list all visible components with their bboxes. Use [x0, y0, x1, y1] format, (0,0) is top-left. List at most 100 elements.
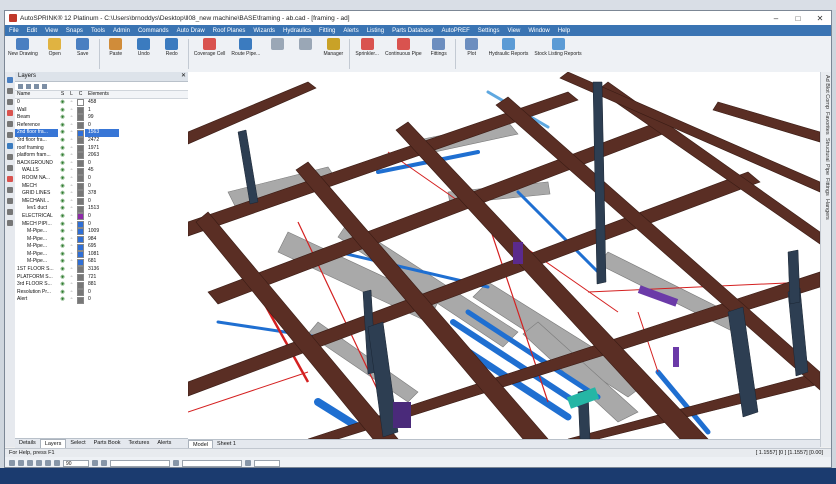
- menu-help[interactable]: Help: [554, 28, 574, 34]
- visibility-eye-icon[interactable]: ◉: [58, 236, 67, 244]
- layer-color-swatch[interactable]: [76, 122, 85, 130]
- tab-parts-book[interactable]: Parts Book: [90, 439, 125, 448]
- tab-layers[interactable]: Layers: [39, 438, 67, 449]
- layer-color-swatch[interactable]: [76, 175, 85, 183]
- visibility-eye-icon[interactable]: ◉: [58, 107, 67, 115]
- layer-row[interactable]: M-Pipe... ◉ ▫ 695: [15, 243, 190, 251]
- tab-alerts[interactable]: Alerts: [153, 439, 175, 448]
- layer-color-swatch[interactable]: [76, 205, 85, 213]
- layer-row[interactable]: M-Pipe... ◉ ▫ 1081: [15, 251, 190, 259]
- close-icon[interactable]: ✕: [181, 72, 186, 81]
- ribbon-button-plot[interactable]: Plot: [458, 36, 486, 58]
- lock-icon[interactable]: ▫: [67, 175, 76, 183]
- layer-color-swatch[interactable]: [76, 281, 85, 289]
- layer-color-swatch[interactable]: [76, 190, 85, 198]
- col-c[interactable]: C: [76, 91, 85, 98]
- layer-color-swatch[interactable]: [76, 106, 85, 115]
- menu-hydraulics[interactable]: Hydraulics: [279, 28, 315, 34]
- ribbon-button-tool-8[interactable]: [263, 36, 291, 52]
- length-field[interactable]: [182, 459, 242, 467]
- layer-color-swatch[interactable]: [76, 296, 85, 304]
- filter-icon[interactable]: [42, 83, 47, 89]
- tab-textures[interactable]: Textures: [125, 439, 154, 448]
- lock-icon[interactable]: ▫: [67, 167, 76, 175]
- menu-wizards[interactable]: Wizards: [249, 28, 279, 34]
- layer-row[interactable]: M-Pipe... ◉ ▫ 984: [15, 236, 190, 244]
- lock-icon[interactable]: ▫: [67, 258, 76, 266]
- tab-details[interactable]: Details: [15, 439, 40, 448]
- ribbon-button-manager[interactable]: Manager: [319, 36, 347, 58]
- layer-row[interactable]: MECH ◉ ▫ 0: [15, 183, 190, 191]
- menu-edit[interactable]: Edit: [23, 28, 41, 34]
- rail-tab-ad-blot-comp[interactable]: Ad Blot Comp: [824, 75, 830, 109]
- layer-color-swatch[interactable]: [76, 167, 85, 175]
- zoom-field[interactable]: [254, 459, 280, 467]
- layer-color-swatch[interactable]: [76, 220, 85, 229]
- measure-tool-icon[interactable]: [7, 187, 13, 193]
- visibility-eye-icon[interactable]: ◉: [58, 145, 67, 153]
- layer-color-swatch[interactable]: [76, 266, 85, 274]
- grid-icon[interactable]: [27, 460, 33, 466]
- lock-icon[interactable]: ▫: [67, 190, 76, 198]
- snap-icon[interactable]: [9, 460, 15, 466]
- color-icon[interactable]: [45, 460, 51, 466]
- layer-color-swatch[interactable]: [76, 198, 85, 206]
- lock-icon[interactable]: ▫: [67, 221, 76, 229]
- lock-icon[interactable]: ▫: [67, 266, 76, 274]
- layer-color-swatch[interactable]: [76, 129, 85, 137]
- visibility-eye-icon[interactable]: ◉: [58, 281, 67, 289]
- rect-tool-icon[interactable]: [7, 99, 13, 105]
- lock-icon[interactable]: ▫: [67, 152, 76, 160]
- visibility-eye-icon[interactable]: ◉: [58, 167, 67, 175]
- layer-color-swatch[interactable]: [76, 182, 85, 191]
- menu-window[interactable]: Window: [524, 28, 553, 34]
- layer-row[interactable]: MECHANI... ◉ ▫ 0: [15, 198, 190, 206]
- menu-snaps[interactable]: Snaps: [62, 28, 87, 34]
- visibility-eye-icon[interactable]: ◉: [58, 289, 67, 297]
- visibility-eye-icon[interactable]: ◉: [58, 122, 67, 130]
- ribbon-button-continuous-pipe[interactable]: Continuous Pipe: [382, 36, 425, 58]
- ribbon-button-stock-listing-reports[interactable]: Stock Listing Reports: [531, 36, 584, 58]
- elevation-icon[interactable]: [101, 460, 107, 466]
- menu-alerts[interactable]: Alerts: [339, 28, 362, 34]
- visibility-eye-icon[interactable]: ◉: [58, 160, 67, 168]
- zoom-icon[interactable]: [245, 460, 251, 466]
- menu-admin[interactable]: Admin: [109, 28, 134, 34]
- visibility-eye-icon[interactable]: ◉: [58, 198, 67, 206]
- lock-icon[interactable]: ▫: [67, 296, 76, 304]
- ribbon-button-paste[interactable]: Paste: [102, 36, 130, 58]
- lock-icon[interactable]: ▫: [67, 129, 76, 137]
- select-tool-icon[interactable]: [7, 77, 13, 83]
- layer-row[interactable]: BACKGROUND ◉ ▫ 0: [15, 160, 190, 168]
- menu-autopref[interactable]: AutoPREF: [437, 28, 473, 34]
- model-viewport-3d[interactable]: [188, 72, 820, 439]
- layer-row[interactable]: Wall ◉ ▫ 1: [15, 107, 190, 115]
- menu-listing[interactable]: Listing: [363, 28, 388, 34]
- layer-color-swatch[interactable]: [76, 152, 85, 160]
- ribbon-button-sprinkler[interactable]: Sprinkler...: [352, 36, 382, 58]
- layer-row[interactable]: 1ST FLOOR S... ◉ ▫ 3136: [15, 266, 190, 274]
- rotate-tool-icon[interactable]: [7, 220, 13, 226]
- layer-color-swatch[interactable]: [76, 99, 85, 107]
- minimize-button[interactable]: –: [765, 11, 787, 25]
- menu-parts-database[interactable]: Parts Database: [388, 28, 437, 34]
- delete-layer-icon[interactable]: [26, 83, 31, 89]
- ribbon-button-coverage-cell[interactable]: Coverage Cell: [191, 36, 229, 58]
- lock-icon[interactable]: ▫: [67, 205, 76, 213]
- visibility-eye-icon[interactable]: ◉: [58, 152, 67, 160]
- rail-tab-pipe[interactable]: Pipe: [824, 164, 830, 175]
- layer-row[interactable]: ELECTRICAL ◉ ▫ 0: [15, 213, 190, 221]
- lock-icon[interactable]: ▫: [67, 243, 76, 251]
- layer-row[interactable]: 2nd floor fra... ◉ ▫ 1563: [15, 129, 190, 137]
- layer-row[interactable]: 3rd floor fra... ◉ ▫ 2472: [15, 137, 190, 145]
- menu-view-2[interactable]: View: [503, 28, 524, 34]
- layer-row[interactable]: Alert ◉ ▫ 0: [15, 296, 190, 304]
- visibility-eye-icon[interactable]: ◉: [58, 258, 67, 266]
- layer-color-swatch[interactable]: [76, 228, 85, 236]
- text-tool-icon[interactable]: [7, 154, 13, 160]
- layer-color-swatch[interactable]: [76, 235, 85, 244]
- rail-tab-favorites[interactable]: Favorites: [824, 112, 830, 135]
- layer-row[interactable]: GRID LINES ◉ ▫ 378: [15, 190, 190, 198]
- layer-color-swatch[interactable]: [76, 251, 85, 259]
- layer-row[interactable]: 0 ◉ ▫ 458: [15, 99, 190, 107]
